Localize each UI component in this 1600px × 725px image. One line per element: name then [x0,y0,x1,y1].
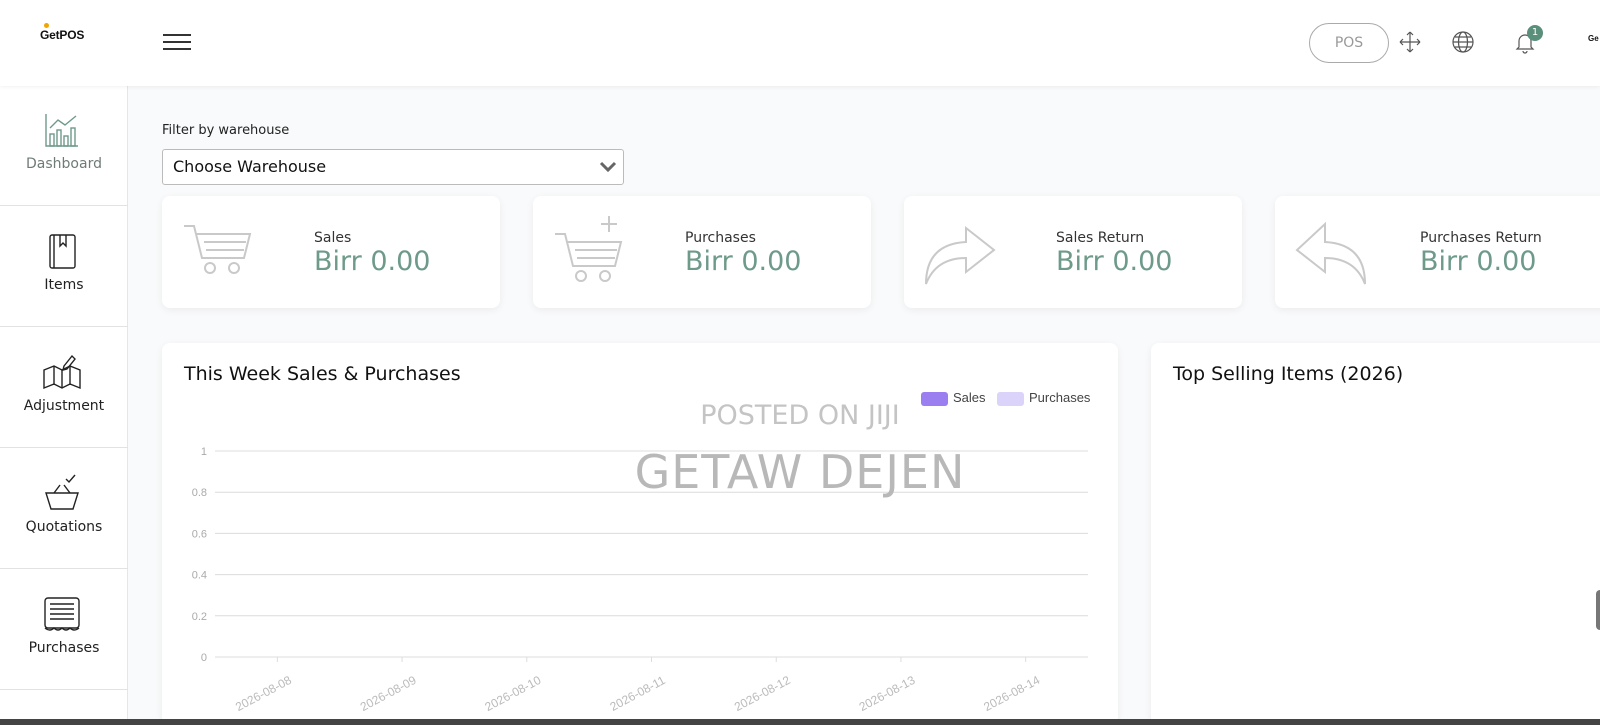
y-tick-label: 0.8 [192,487,207,499]
globe-icon[interactable] [1451,30,1475,54]
stat-card-sales[interactable]: Sales Birr 0.00 [162,196,500,308]
avatar[interactable]: Ge [1588,34,1600,44]
watermark-line1: POSTED ON JIJI [700,400,900,431]
sidebar-item-label: Purchases [28,640,100,656]
sidebar-item-dashboard[interactable]: Dashboard [0,86,128,206]
map-edit-icon [42,352,82,392]
legend-swatch-purchases[interactable] [997,392,1024,406]
legend-label-purchases[interactable]: Purchases [1029,390,1090,405]
stat-value: Birr 0.00 [1420,246,1537,277]
chart-icon [42,110,82,150]
x-tick-label: 2026-08-08 [233,673,294,714]
book-icon [42,231,82,271]
x-tick-label: 2026-08-09 [358,673,419,714]
stat-title: Purchases Return [1420,230,1542,246]
watermark-line2: GETAW DEJEN [634,445,966,499]
panel-title: Top Selling Items (2026) [1173,363,1404,385]
basket-check-icon [42,473,82,513]
chevron-down-icon [599,161,617,173]
x-tick-label: 2026-08-11 [608,673,668,714]
y-tick-label: 0.4 [192,570,207,582]
stat-value: Birr 0.00 [314,246,431,277]
sidebar-item-adjustment[interactable]: Adjustment [0,328,128,448]
app-logo[interactable]: GetPOS [40,23,85,42]
sidebar-item-label: Dashboard [26,156,102,172]
scrollbar-thumb[interactable] [1596,590,1600,630]
sidebar-item-items[interactable]: Items [0,207,128,327]
logo-dot [44,23,49,28]
stat-title: Sales [314,230,352,246]
sidebar: Dashboard Items Adjustment Quotations Pu… [0,86,128,725]
x-tick-label: 2026-08-13 [857,673,918,714]
x-tick-label: 2026-08-12 [732,673,793,714]
stat-card-sales-return[interactable]: Sales Return Birr 0.00 [904,196,1242,308]
fullscreen-icon[interactable] [1398,30,1422,54]
stat-value: Birr 0.00 [685,246,802,277]
y-tick-label: 1 [201,446,207,458]
warehouse-select[interactable]: Choose Warehouse [162,149,624,185]
sidebar-item-label: Quotations [25,519,103,535]
menu-icon[interactable] [163,32,191,52]
stat-card-purchases[interactable]: Purchases Birr 0.00 [533,196,871,308]
top-selling-panel: Top Selling Items (2026) [1151,343,1600,725]
pos-button[interactable]: POS [1309,23,1389,63]
x-tick-label: 2026-08-10 [483,673,544,714]
top-header: GetPOS POS 1 Ge [0,0,1600,86]
sidebar-item-purchases[interactable]: Purchases [0,570,128,690]
stat-value: Birr 0.00 [1056,246,1173,277]
stat-card-purchases-return[interactable]: Purchases Return Birr 0.00 [1275,196,1600,308]
sidebar-item-label: Adjustment [23,398,105,414]
y-tick-label: 0 [201,652,207,664]
stat-title: Sales Return [1056,230,1145,246]
stat-title: Purchases [685,230,756,246]
sidebar-item-quotations[interactable]: Quotations [0,449,128,569]
logo-text: GetPOS [40,28,85,42]
reply-arrow-icon [1295,221,1366,285]
cart-plus-icon [555,216,623,282]
warehouse-select-value: Choose Warehouse [173,157,327,176]
filter-label: Filter by warehouse [162,123,290,138]
forward-arrow-icon [925,225,996,285]
bottom-bar [0,719,1600,725]
receipt-icon [42,594,82,634]
y-tick-label: 0.6 [192,528,207,540]
cart-icon [184,225,252,274]
sidebar-item-label: Items [44,277,84,293]
x-tick-label: 2026-08-14 [981,673,1042,714]
y-tick-label: 0.2 [192,611,207,623]
notification-badge: 1 [1527,25,1543,41]
